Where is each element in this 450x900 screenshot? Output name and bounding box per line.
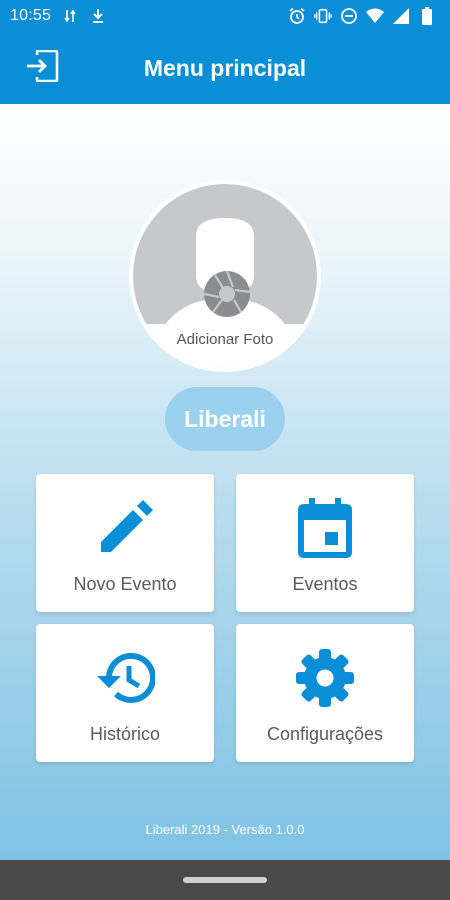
settings-tile[interactable]: Configurações — [236, 624, 414, 762]
home-handle[interactable] — [183, 877, 267, 883]
events-tile[interactable]: Eventos — [236, 474, 414, 612]
page-title: Menu principal — [143, 54, 307, 81]
status-left: 10:55 — [10, 7, 107, 25]
events-label: Eventos — [292, 574, 358, 594]
data-transfer-icon — [61, 7, 79, 25]
signal-icon — [392, 7, 410, 25]
alarm-icon — [288, 7, 306, 25]
profile-avatar[interactable]: Adicionar Foto — [129, 180, 321, 372]
history-tile[interactable]: Histórico — [36, 624, 214, 762]
version-footer: Liberali 2019 - Versão 1.0.0 — [145, 822, 305, 837]
system-navigation-bar — [0, 860, 450, 900]
history-icon — [95, 648, 155, 708]
avatar: Adicionar Foto — [133, 184, 317, 368]
battery-icon — [418, 7, 436, 25]
wifi-icon — [366, 7, 384, 25]
logout-icon — [25, 49, 59, 87]
logout-button[interactable] — [22, 49, 62, 87]
vibrate-icon — [314, 7, 332, 25]
new-event-tile[interactable]: Novo Evento — [36, 474, 214, 612]
add-photo-label: Adicionar Foto — [176, 331, 274, 348]
gear-icon — [295, 648, 355, 708]
camera-shutter-icon — [203, 270, 251, 317]
app-bar: Menu principal — [0, 32, 450, 104]
settings-label: Configurações — [266, 724, 384, 744]
download-icon — [89, 7, 107, 25]
pencil-icon — [95, 498, 155, 558]
main-content: Adicionar Foto Liberali Novo Evento Even… — [0, 104, 450, 860]
do-not-disturb-icon — [340, 7, 358, 25]
status-time: 10:55 — [10, 7, 52, 24]
new-event-label: Novo Evento — [73, 574, 177, 594]
status-right — [288, 7, 436, 25]
calendar-icon — [295, 498, 355, 558]
status-bar: 10:55 — [0, 0, 450, 32]
history-label: Histórico — [89, 724, 160, 744]
user-name-badge: Liberali — [165, 387, 285, 451]
